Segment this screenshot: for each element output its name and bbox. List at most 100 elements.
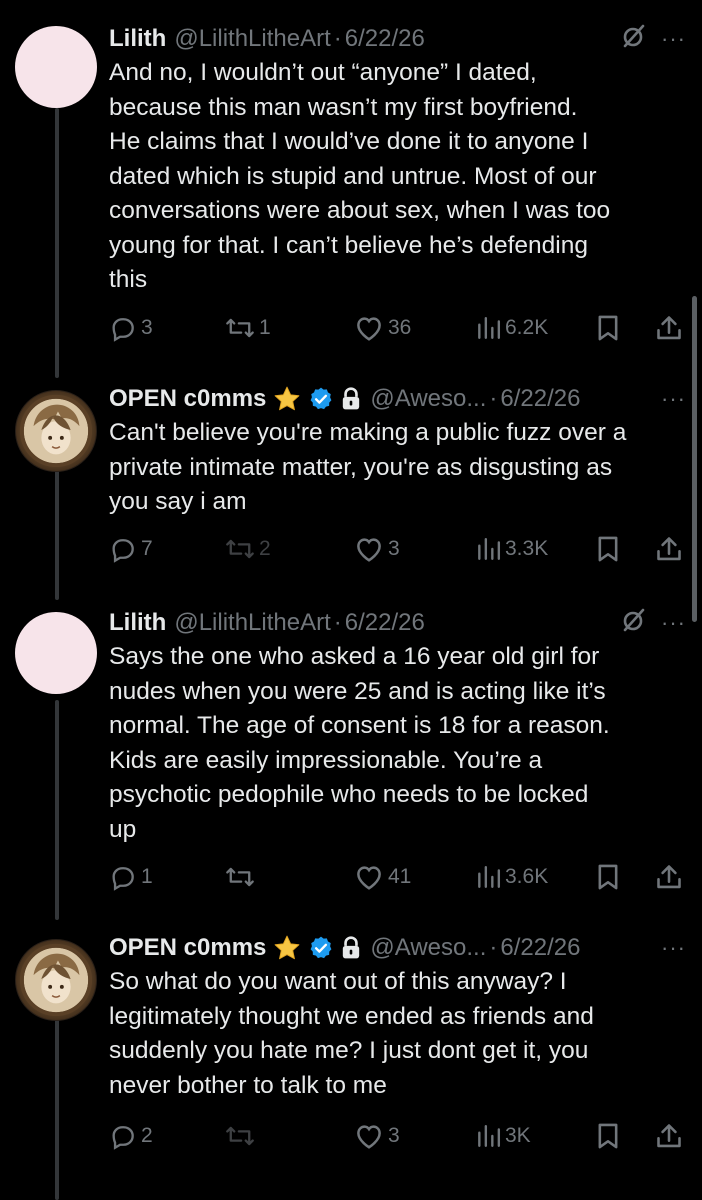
reply-button[interactable]: 1	[109, 860, 153, 894]
display-name[interactable]: Lilith	[109, 25, 166, 53]
share-icon	[655, 1122, 683, 1150]
verified-badge-icon[interactable]	[308, 935, 334, 961]
repost-icon	[225, 535, 255, 563]
repost-icon	[225, 863, 255, 891]
avatar[interactable]	[15, 612, 97, 694]
views-icon	[475, 315, 501, 341]
user-handle[interactable]: @Aweso...	[370, 934, 486, 962]
display-name[interactable]: OPEN c0mms	[109, 934, 266, 962]
views-button[interactable]: 3.3K	[475, 532, 548, 566]
avatar-art	[19, 943, 93, 1017]
heart-icon	[354, 535, 384, 563]
like-button[interactable]: 3	[354, 532, 400, 566]
heart-icon	[354, 1122, 384, 1150]
post-date[interactable]: 6/22/26	[345, 25, 425, 53]
view-count: 3K	[505, 1124, 531, 1147]
reply-count: 2	[141, 1124, 153, 1147]
post-date[interactable]: 6/22/26	[345, 609, 425, 637]
repost-count: 2	[259, 537, 271, 560]
view-count: 3.6K	[505, 865, 549, 888]
avatar[interactable]	[15, 390, 97, 472]
views-icon	[475, 864, 501, 890]
bookmark-icon	[596, 1122, 620, 1150]
like-count: 41	[388, 865, 412, 888]
grok-icon[interactable]	[621, 23, 647, 56]
scrollbar[interactable]	[692, 296, 697, 622]
avatar[interactable]	[15, 939, 97, 1021]
repost-button[interactable]: 2	[225, 532, 271, 566]
bookmark-icon	[596, 314, 620, 342]
bookmark-button[interactable]	[596, 532, 620, 566]
display-name[interactable]: OPEN c0mms	[109, 385, 266, 413]
share-button[interactable]	[655, 311, 683, 345]
star-emoji-icon	[272, 934, 302, 962]
action-bar: 1 41 3.6K	[109, 860, 686, 894]
more-options-icon[interactable]: ···	[661, 388, 686, 410]
more-options-icon[interactable]: ···	[661, 937, 686, 959]
post-date[interactable]: 6/22/26	[500, 934, 580, 962]
grok-icon[interactable]	[621, 607, 647, 640]
reply-count: 7	[141, 537, 153, 560]
thread-connector	[55, 700, 59, 920]
reply-button[interactable]: 7	[109, 532, 153, 566]
views-icon	[475, 536, 501, 562]
repost-button[interactable]	[225, 860, 259, 894]
tweet-text: And no, I wouldn’t out “anyone” I dated,…	[109, 59, 611, 293]
separator-dot: ·	[333, 609, 342, 636]
share-icon	[655, 863, 683, 891]
more-options-icon[interactable]: ···	[661, 612, 686, 634]
reply-button[interactable]: 3	[109, 311, 153, 345]
tweet-text: Says the one who asked a 16 year old gir…	[109, 643, 610, 843]
bookmark-button[interactable]	[596, 1119, 620, 1153]
bookmark-button[interactable]	[596, 311, 620, 345]
reply-icon	[109, 1122, 137, 1150]
reply-count: 1	[141, 865, 153, 888]
bookmark-button[interactable]	[596, 860, 620, 894]
like-count: 36	[388, 316, 412, 339]
share-button[interactable]	[655, 532, 683, 566]
repost-button[interactable]: 1	[225, 311, 271, 345]
like-button[interactable]: 36	[354, 311, 411, 345]
reply-count: 3	[141, 316, 153, 339]
view-count: 3.3K	[505, 537, 549, 560]
lock-icon	[340, 387, 362, 411]
share-icon	[655, 535, 683, 563]
tweet-text: Can't believe you're making a public fuz…	[109, 419, 627, 515]
user-handle[interactable]: @LilithLitheArt	[174, 609, 330, 637]
thread-connector	[55, 108, 59, 378]
post-date[interactable]: 6/22/26	[500, 385, 580, 413]
like-button[interactable]: 41	[354, 860, 411, 894]
views-button[interactable]: 3.6K	[475, 860, 548, 894]
avatar[interactable]	[15, 26, 97, 108]
repost-icon	[225, 314, 255, 342]
display-name[interactable]: Lilith	[109, 609, 166, 637]
verified-badge-icon[interactable]	[308, 386, 334, 412]
separator-dot: ·	[333, 25, 342, 52]
star-emoji-icon	[272, 385, 302, 413]
views-icon	[475, 1123, 501, 1149]
bookmark-icon	[596, 863, 620, 891]
more-options-icon[interactable]: ···	[661, 28, 686, 50]
share-button[interactable]	[655, 1119, 683, 1153]
share-icon	[655, 314, 683, 342]
reply-icon	[109, 863, 137, 891]
repost-icon	[225, 1122, 255, 1150]
reply-icon	[109, 535, 137, 563]
like-button[interactable]: 3	[354, 1119, 400, 1153]
action-bar: 2 3 3K	[109, 1119, 686, 1153]
separator-dot: ·	[489, 934, 498, 961]
avatar-art	[19, 394, 93, 468]
user-handle[interactable]: @Aweso...	[370, 385, 486, 413]
views-button[interactable]: 3K	[475, 1119, 531, 1153]
user-handle[interactable]: @LilithLitheArt	[174, 25, 330, 53]
share-button[interactable]	[655, 860, 683, 894]
repost-button[interactable]	[225, 1119, 259, 1153]
bookmark-icon	[596, 535, 620, 563]
like-count: 3	[388, 1124, 400, 1147]
views-button[interactable]: 6.2K	[475, 311, 548, 345]
heart-icon	[354, 863, 384, 891]
reply-button[interactable]: 2	[109, 1119, 153, 1153]
repost-count: 1	[259, 316, 271, 339]
action-bar: 3 1 36 6.2K	[109, 311, 686, 345]
action-bar: 7 2 3 3.3K	[109, 532, 686, 566]
